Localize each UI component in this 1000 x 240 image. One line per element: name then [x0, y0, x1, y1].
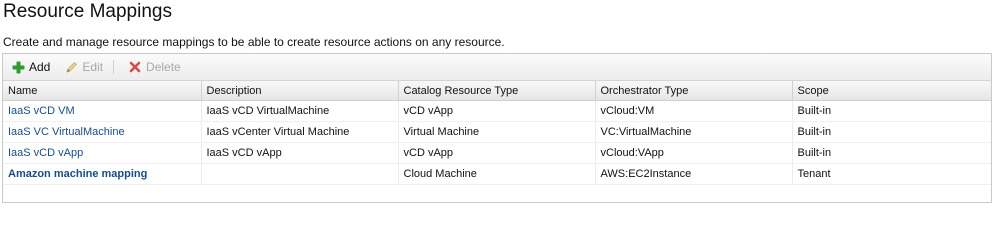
column-header-catalog-resource-type[interactable]: Catalog Resource Type	[398, 81, 596, 101]
cell-description: IaaS vCD VirtualMachine	[201, 100, 399, 122]
cell-name[interactable]: IaaS vCD vApp	[3, 142, 202, 164]
column-header-description[interactable]: Description	[201, 81, 399, 101]
x-icon	[128, 60, 142, 74]
cell-description: IaaS vCD vApp	[201, 142, 399, 164]
table-header-row: Name Description Catalog Resource Type O…	[3, 81, 991, 101]
edit-label: Edit	[82, 60, 104, 74]
cell-catalog-type: vCD vApp	[398, 100, 596, 122]
resource-mappings-grid: Add Edit Delete Name Description Catalog…	[2, 53, 992, 203]
toolbar: Add Edit Delete	[3, 54, 991, 81]
mapping-name-link[interactable]: IaaS vCD VM	[8, 105, 75, 117]
plus-icon	[11, 60, 25, 74]
mappings-table: Name Description Catalog Resource Type O…	[3, 81, 991, 185]
cell-description: IaaS vCenter Virtual Machine	[201, 121, 399, 143]
pencil-icon	[64, 60, 78, 74]
cell-name[interactable]: Amazon machine mapping	[3, 163, 202, 185]
cell-orchestrator-type: vCloud:VApp	[595, 142, 793, 164]
column-header-name[interactable]: Name	[3, 81, 202, 101]
edit-button[interactable]: Edit	[64, 60, 103, 74]
column-header-scope[interactable]: Scope	[792, 81, 991, 101]
mapping-name-link[interactable]: IaaS vCD vApp	[8, 147, 83, 159]
cell-orchestrator-type: vCloud:VM	[595, 100, 793, 122]
cell-catalog-type: vCD vApp	[398, 142, 596, 164]
add-label: Add	[29, 60, 51, 74]
cell-catalog-type: Cloud Machine	[398, 163, 596, 185]
mapping-name-link[interactable]: IaaS VC VirtualMachine	[8, 126, 125, 138]
cell-scope: Built-in	[792, 121, 991, 143]
table-row[interactable]: IaaS VC VirtualMachine IaaS vCenter Virt…	[3, 121, 991, 143]
cell-name[interactable]: IaaS vCD VM	[3, 100, 202, 122]
cell-scope: Tenant	[792, 163, 991, 185]
cell-catalog-type: Virtual Machine	[398, 121, 596, 143]
table-row[interactable]: Amazon machine mapping Cloud Machine AWS…	[3, 163, 991, 185]
cell-scope: Built-in	[792, 142, 991, 164]
table-row[interactable]: IaaS vCD VM IaaS vCD VirtualMachine vCD …	[3, 100, 991, 122]
delete-button[interactable]: Delete	[128, 60, 181, 74]
mapping-name-link[interactable]: Amazon machine mapping	[8, 168, 147, 180]
page-title: Resource Mappings	[3, 1, 172, 22]
toolbar-separator	[113, 60, 115, 74]
table-row[interactable]: IaaS vCD vApp IaaS vCD vApp vCD vApp vCl…	[3, 142, 991, 164]
cell-orchestrator-type: VC:VirtualMachine	[595, 121, 793, 143]
cell-description	[201, 163, 399, 185]
column-header-orchestrator-type[interactable]: Orchestrator Type	[595, 81, 793, 101]
cell-scope: Built-in	[792, 100, 991, 122]
cell-name[interactable]: IaaS VC VirtualMachine	[3, 121, 202, 143]
cell-orchestrator-type: AWS:EC2Instance	[595, 163, 793, 185]
delete-label: Delete	[146, 60, 181, 74]
page-description: Create and manage resource mappings to b…	[3, 35, 505, 49]
add-button[interactable]: Add	[11, 60, 50, 74]
